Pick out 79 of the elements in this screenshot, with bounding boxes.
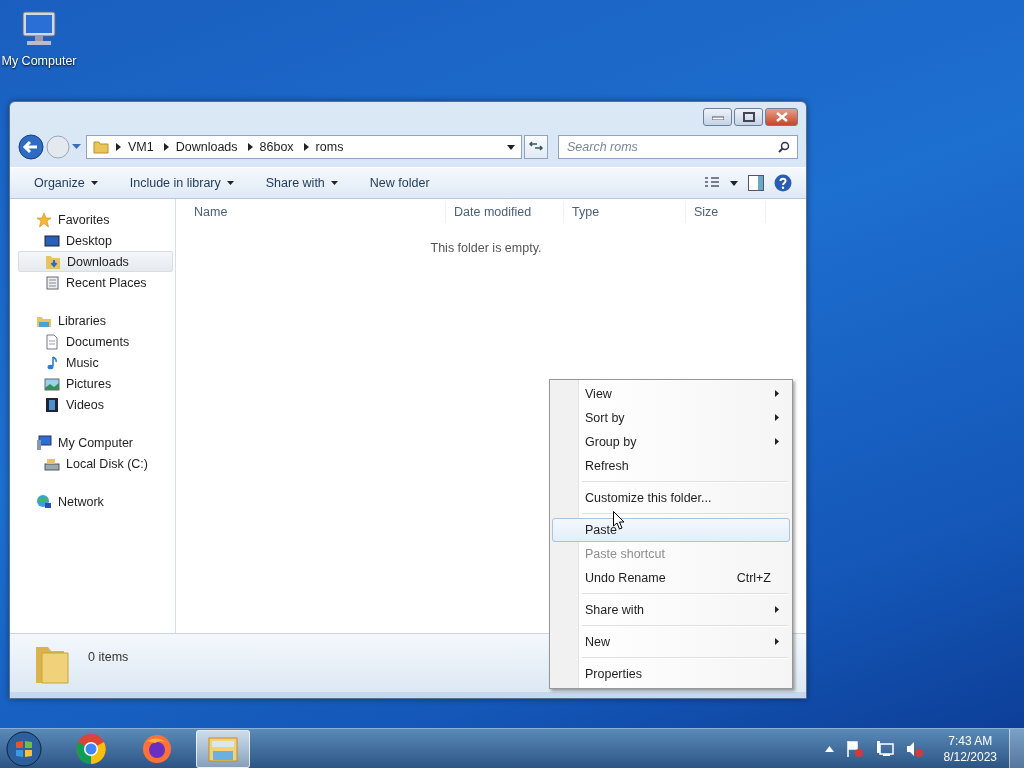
close-button[interactable] (765, 108, 798, 126)
sidebar-item[interactable]: Videos (18, 394, 173, 415)
sidebar-item[interactable]: Local Disk (C:) (18, 453, 173, 474)
address-bar[interactable]: VM1 Downloads 86box roms (86, 135, 522, 159)
back-button[interactable] (18, 134, 44, 160)
download-folder-icon (45, 253, 61, 270)
menu-item[interactable]: Properties (552, 662, 790, 686)
item-count: 0 items (88, 650, 129, 664)
sidebar-item[interactable]: Recent Places (18, 272, 173, 293)
menu-item[interactable]: Customize this folder... (552, 486, 790, 510)
monitor-icon (44, 232, 60, 249)
network-monitor-icon[interactable] (875, 739, 894, 758)
toolbar-button[interactable]: Include in library (119, 172, 244, 194)
clock-date[interactable]: 8/12/2023 (943, 748, 997, 765)
sidebar-item[interactable]: Favorites (18, 209, 173, 230)
chevron-icon[interactable] (163, 143, 169, 151)
preview-pane-icon[interactable] (748, 175, 764, 191)
start-button[interactable] (6, 730, 42, 767)
show-hidden-icons-icon[interactable] (824, 745, 834, 752)
desktop-icon-label[interactable]: My Computer (1, 54, 77, 68)
chevron-icon[interactable] (247, 143, 253, 151)
close-icon (775, 112, 788, 122)
column-header[interactable]: Size (686, 201, 766, 223)
maximize-button[interactable] (734, 108, 763, 126)
search-icon (778, 141, 790, 153)
menu-item[interactable]: Paste (552, 518, 790, 542)
chrome-icon (75, 732, 107, 765)
document-icon (44, 333, 60, 350)
sidebar-item[interactable]: Downloads (18, 251, 173, 272)
toolbar-button[interactable]: New folder (359, 172, 440, 194)
refresh-icon (529, 139, 543, 152)
sidebar-item[interactable]: Libraries (18, 310, 173, 331)
maximize-icon (742, 112, 755, 122)
star-icon (36, 211, 52, 228)
chevron-icon[interactable] (303, 143, 309, 151)
sidebar-item[interactable]: Network (18, 491, 173, 512)
menu-item[interactable]: Group by (552, 430, 790, 454)
dropdown-arrow-icon[interactable] (730, 180, 738, 186)
flag-icon[interactable] (845, 739, 864, 758)
taskbar-button[interactable] (196, 729, 250, 768)
menu-item[interactable]: Undo Rename Ctrl+Z (552, 566, 790, 590)
column-header[interactable]: Type (564, 201, 686, 223)
menu-item[interactable]: Sort by (552, 406, 790, 430)
toolbar-button[interactable]: Organize (24, 172, 108, 194)
minimize-button[interactable] (703, 108, 732, 126)
folder-icon (93, 140, 109, 154)
dropdown-arrow-icon[interactable] (507, 144, 515, 150)
column-header[interactable]: Name (176, 201, 446, 223)
clock-time[interactable]: 7:43 AM (948, 732, 993, 749)
breadcrumb-item[interactable]: Downloads (175, 140, 238, 154)
minimize-icon (711, 114, 724, 120)
sidebar-item[interactable]: Documents (18, 331, 173, 352)
network-icon (36, 493, 52, 510)
refresh-button[interactable] (524, 135, 548, 159)
toolbar-button[interactable]: Share with (255, 172, 348, 194)
recent-places-icon (44, 274, 60, 291)
menu-item[interactable]: Share with (552, 598, 790, 622)
search-field[interactable]: Search roms (558, 135, 798, 159)
computer-icon (36, 434, 52, 451)
sidebar-item[interactable]: Desktop (18, 230, 173, 251)
menu-item[interactable]: New (552, 630, 790, 654)
chevron-icon[interactable] (116, 143, 121, 151)
menu-item[interactable]: Refresh (552, 454, 790, 478)
film-icon (44, 396, 60, 413)
help-icon[interactable] (774, 174, 792, 192)
sidebar-item[interactable]: Pictures (18, 373, 173, 394)
show-desktop-button[interactable] (1009, 729, 1024, 768)
sidebar-item[interactable]: Music (18, 352, 173, 373)
history-dropdown-icon[interactable] (72, 144, 81, 150)
sidebar-item[interactable]: My Computer (18, 432, 173, 453)
firefox-icon (141, 732, 173, 765)
column-header[interactable]: Date modified (446, 201, 564, 223)
breadcrumb-item[interactable]: roms (315, 140, 344, 154)
breadcrumb-item[interactable]: 86box (259, 140, 294, 154)
menu-item[interactable]: View (552, 382, 790, 406)
view-options-icon[interactable] (704, 176, 720, 190)
breadcrumb-item[interactable]: VM1 (128, 140, 154, 154)
picture-icon (44, 375, 60, 392)
empty-folder-message: This folder is empty. (430, 241, 542, 255)
